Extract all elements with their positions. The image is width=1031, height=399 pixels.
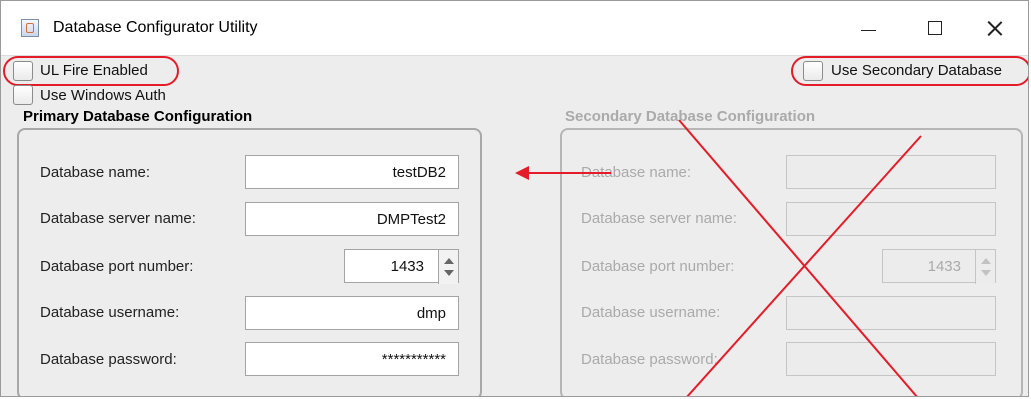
database-configurator-window: Database Configurator Utility UL Fire En… — [0, 0, 1029, 397]
maximize-icon — [928, 21, 942, 35]
primary-port-value[interactable]: 1433 — [391, 258, 424, 275]
secondary-username-label: Database username: — [581, 304, 721, 321]
primary-password-field[interactable]: *********** — [245, 342, 459, 376]
primary-server-name-label: Database server name: — [40, 210, 196, 227]
secondary-port-value: 1433 — [927, 258, 961, 275]
primary-server-name-field[interactable]: DMPTest2 — [245, 202, 459, 236]
secondary-port-spinner: 1433 — [882, 249, 996, 284]
window-title: Database Configurator Utility — [53, 19, 258, 36]
minimize-button[interactable] — [845, 1, 891, 55]
close-button[interactable] — [971, 1, 1017, 55]
primary-password-label: Database password: — [40, 351, 177, 368]
primary-username-label: Database username: — [40, 304, 180, 321]
close-icon — [986, 19, 1004, 37]
secondary-section-title: Secondary Database Configuration — [565, 108, 816, 125]
primary-port-label: Database port number: — [40, 258, 194, 275]
java-cup-icon — [21, 19, 39, 37]
decrement-arrow-icon[interactable] — [444, 270, 454, 276]
secondary-password-label: Database password: — [581, 351, 718, 368]
minimize-icon — [861, 30, 876, 31]
title-bar: Database Configurator Utility — [1, 1, 1028, 56]
disabled-port-spinner-buttons — [975, 250, 995, 284]
primary-database-name-field[interactable]: testDB2 — [245, 155, 459, 189]
port-spinner-buttons[interactable] — [438, 250, 458, 284]
increment-arrow-icon[interactable] — [444, 258, 454, 264]
secondary-server-name-field — [786, 202, 996, 236]
checkbox-box[interactable] — [803, 61, 823, 81]
windows-auth-label: Use Windows Auth — [40, 87, 166, 104]
maximize-button[interactable] — [911, 1, 957, 55]
secondary-database-label: Use Secondary Database — [831, 62, 1002, 79]
secondary-database-name-field — [786, 155, 996, 189]
secondary-username-field — [786, 296, 996, 330]
disabled-decrement-arrow-icon — [981, 270, 991, 276]
primary-port-spinner[interactable]: 1433 — [344, 249, 459, 284]
secondary-server-name-label: Database server name: — [581, 210, 737, 227]
ul-fire-label: UL Fire Enabled — [40, 62, 148, 79]
secondary-password-field — [786, 342, 996, 376]
red-left-arrow-annotation — [515, 166, 611, 180]
primary-database-name-label: Database name: — [40, 164, 151, 181]
checkbox-box[interactable] — [13, 85, 33, 105]
disabled-increment-arrow-icon — [981, 258, 991, 264]
primary-username-field[interactable]: dmp — [245, 296, 459, 330]
primary-section-title: Primary Database Configuration — [23, 108, 253, 125]
secondary-database-checkbox[interactable]: Use Secondary Database — [803, 59, 1028, 87]
windows-auth-checkbox[interactable]: Use Windows Auth — [7, 83, 187, 111]
checkbox-box[interactable] — [13, 61, 33, 81]
secondary-port-label: Database port number: — [581, 258, 735, 275]
